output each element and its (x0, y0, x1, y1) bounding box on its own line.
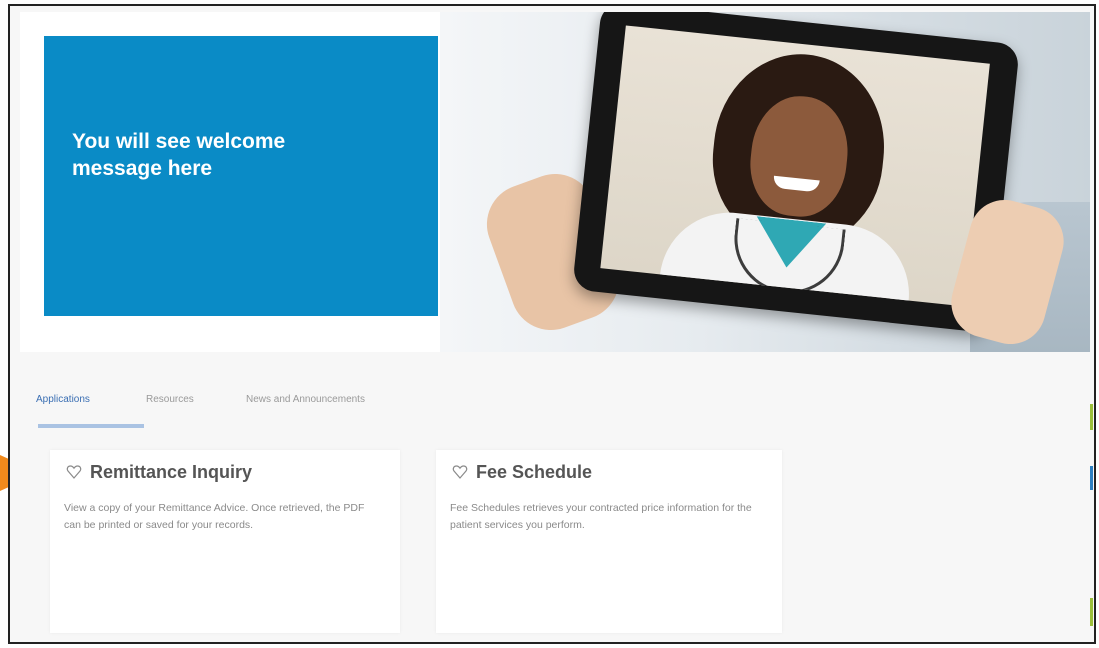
card-remittance-inquiry[interactable]: Remittance Inquiry View a copy of your R… (50, 450, 400, 633)
tab-news-and-announcements[interactable]: News and Announcements (246, 394, 365, 405)
card-description: View a copy of your Remittance Advice. O… (64, 502, 365, 531)
side-marker (1090, 466, 1093, 490)
hero-banner: You will see welcome message here (20, 12, 1090, 352)
welcome-box: You will see welcome message here (44, 36, 438, 316)
card-description: Fee Schedules retrieves your contracted … (450, 502, 752, 531)
tab-resources[interactable]: Resources (146, 394, 194, 405)
tablet-photo (571, 12, 1021, 334)
active-tab-indicator (38, 424, 144, 428)
doctor-photo (600, 25, 990, 307)
card-title: Fee Schedule (476, 462, 593, 482)
side-marker (1090, 598, 1093, 626)
heart-outline-icon (66, 465, 82, 479)
tab-applications[interactable]: Applications (36, 394, 90, 405)
welcome-message: You will see welcome message here (72, 130, 286, 180)
side-marker (1090, 404, 1093, 430)
portal-frame: You will see welcome message here Applic… (8, 4, 1096, 644)
card-fee-schedule[interactable]: Fee Schedule Fee Schedules retrieves you… (436, 450, 782, 633)
card-title: Remittance Inquiry (90, 462, 253, 482)
heart-outline-icon (452, 465, 468, 479)
